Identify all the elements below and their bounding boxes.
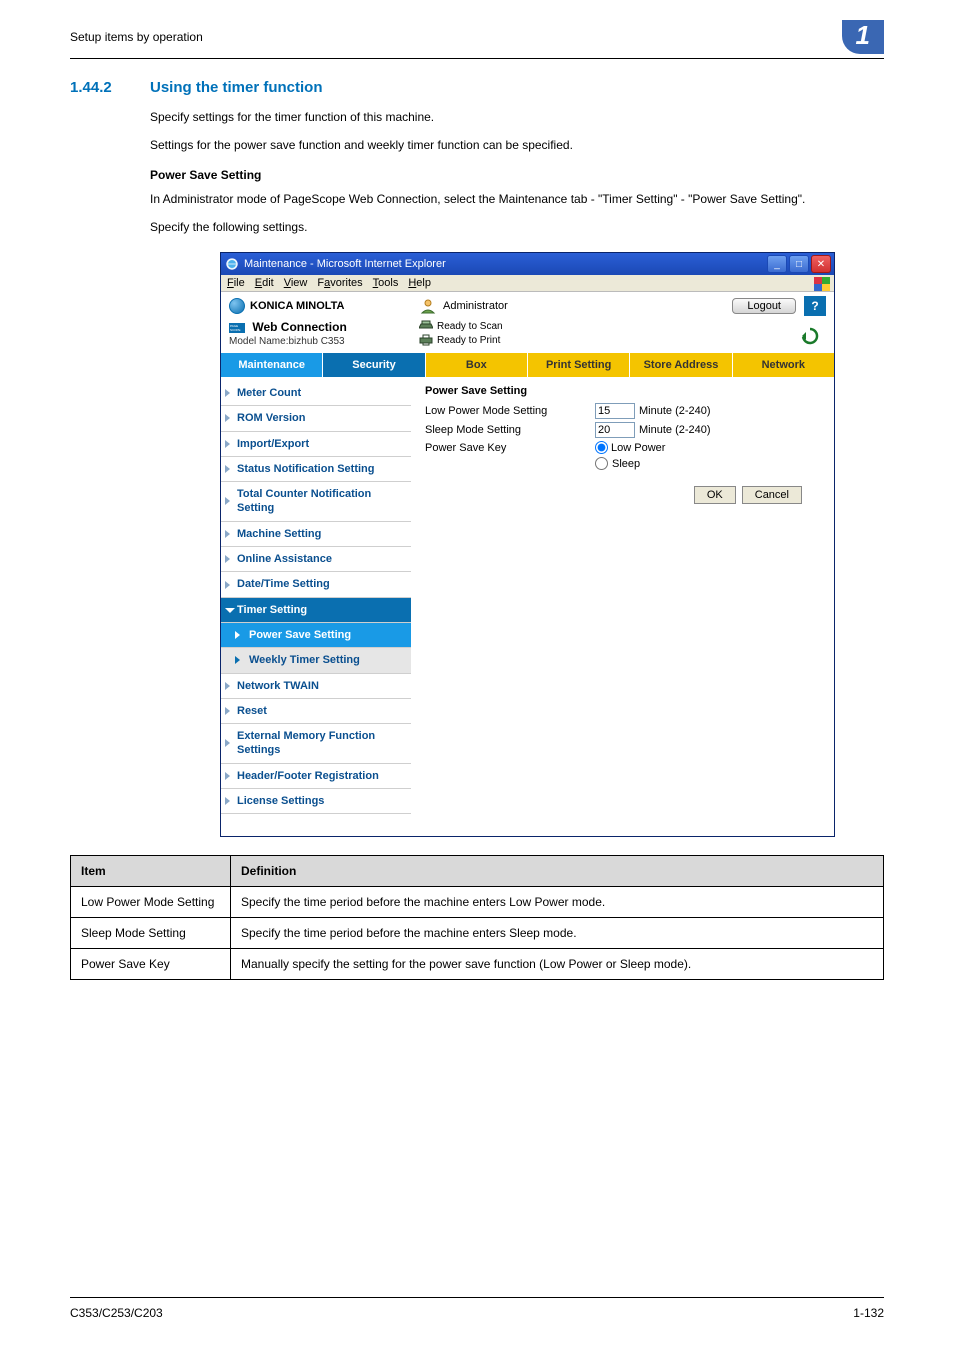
table-row: Power Save Key Manually specify the sett… xyxy=(71,949,884,980)
table-row: Sleep Mode Setting Specify the time peri… xyxy=(71,918,884,949)
minute-label: Minute (2-240) xyxy=(639,405,711,417)
definitions-table: Item Definition Low Power Mode Setting S… xyxy=(70,855,884,980)
tab-store-address[interactable]: Store Address xyxy=(629,353,731,377)
svg-text:SCOPE: SCOPE xyxy=(230,328,241,332)
tab-security[interactable]: Security xyxy=(322,353,424,377)
paragraph: Settings for the power save function and… xyxy=(150,136,884,154)
sidebar-item-license[interactable]: License Settings xyxy=(221,789,411,814)
tab-maintenance[interactable]: Maintenance xyxy=(221,353,322,377)
menu-help[interactable]: Help xyxy=(408,277,431,289)
ie-icon xyxy=(225,257,239,271)
table-cell: Specify the time period before the machi… xyxy=(231,887,884,918)
sleep-radio[interactable] xyxy=(595,457,608,470)
close-button[interactable]: ✕ xyxy=(811,255,831,273)
menu-file[interactable]: File xyxy=(227,277,245,289)
table-cell: Specify the time period before the machi… xyxy=(231,918,884,949)
table-cell: Manually specify the setting for the pow… xyxy=(231,949,884,980)
table-cell: Low Power Mode Setting xyxy=(71,887,231,918)
maximize-button[interactable]: □ xyxy=(789,255,809,273)
admin-icon xyxy=(419,298,437,314)
sidebar-item-status[interactable]: Status Notification Setting xyxy=(221,457,411,482)
sidebar-item-power-save[interactable]: Power Save Setting xyxy=(221,623,411,648)
print-status: Ready to Print xyxy=(437,335,500,346)
low-power-label: Low Power Mode Setting xyxy=(425,405,595,417)
paragraph: Specify the following settings. xyxy=(150,218,884,236)
sleep-radio-label: Sleep xyxy=(612,458,640,470)
sidebar-item-timer[interactable]: Timer Setting xyxy=(221,598,411,623)
footer-left: C353/C253/C203 xyxy=(70,1306,163,1320)
menu-edit[interactable]: Edit xyxy=(255,277,274,289)
sleep-mode-input[interactable] xyxy=(595,422,635,438)
paragraph: Specify settings for the timer function … xyxy=(150,108,884,126)
chapter-badge: 1 xyxy=(842,20,884,54)
sidebar-item-total[interactable]: Total Counter Notification Setting xyxy=(221,482,411,522)
window-title: Maintenance - Microsoft Internet Explore… xyxy=(244,258,446,270)
menu-tools[interactable]: Tools xyxy=(373,277,399,289)
brand-label: KONICA MINOLTA xyxy=(250,300,345,312)
subheading: Power Save Setting xyxy=(150,168,884,182)
pagescope-title: PAGESCOPE Web Connection xyxy=(229,320,419,334)
menu-favorites[interactable]: Favorites xyxy=(317,277,362,289)
footer-right: 1-132 xyxy=(853,1306,884,1320)
ok-button[interactable]: OK xyxy=(694,486,736,504)
power-save-key-label: Power Save Key xyxy=(425,442,595,454)
low-power-radio-label: Low Power xyxy=(611,442,665,454)
cancel-button[interactable]: Cancel xyxy=(742,486,802,504)
sidebar-item-date[interactable]: Date/Time Setting xyxy=(221,572,411,597)
low-power-radio[interactable] xyxy=(595,441,608,454)
breadcrumb: Setup items by operation xyxy=(70,30,203,44)
tab-print-setting[interactable]: Print Setting xyxy=(527,353,629,377)
logout-button[interactable]: Logout xyxy=(732,298,796,314)
low-power-input[interactable] xyxy=(595,403,635,419)
minute-label: Minute (2-240) xyxy=(639,424,711,436)
sleep-mode-label: Sleep Mode Setting xyxy=(425,424,595,436)
sidebar-item-external[interactable]: External Memory Function Settings xyxy=(221,724,411,764)
minimize-button[interactable]: _ xyxy=(767,255,787,273)
sidebar-item-online[interactable]: Online Assistance xyxy=(221,547,411,572)
table-header-definition: Definition xyxy=(231,856,884,887)
sidebar-item-reset[interactable]: Reset xyxy=(221,699,411,724)
refresh-icon[interactable] xyxy=(800,326,820,346)
sidebar-item-header[interactable]: Header/Footer Registration xyxy=(221,764,411,789)
windows-flag-icon xyxy=(814,277,830,291)
paragraph: In Administrator mode of PageScope Web C… xyxy=(150,190,884,208)
sidebar-item-rom[interactable]: ROM Version xyxy=(221,406,411,431)
model-label: Model Name:bizhub C353 xyxy=(229,336,419,347)
sidebar-item-import[interactable]: Import/Export xyxy=(221,432,411,457)
printer-icon xyxy=(419,334,433,346)
admin-label: Administrator xyxy=(443,300,508,312)
form-title: Power Save Setting xyxy=(425,385,820,397)
scan-status: Ready to Scan xyxy=(437,321,503,332)
menu-view[interactable]: View xyxy=(284,277,308,289)
scanner-icon xyxy=(419,320,433,332)
table-cell: Sleep Mode Setting xyxy=(71,918,231,949)
table-header-item: Item xyxy=(71,856,231,887)
tab-network[interactable]: Network xyxy=(732,353,834,377)
section-title: Using the timer function xyxy=(150,79,323,96)
sidebar-item-meter[interactable]: Meter Count xyxy=(221,381,411,406)
section-number: 1.44.2 xyxy=(70,79,120,96)
screenshot-window: Maintenance - Microsoft Internet Explore… xyxy=(220,252,835,837)
table-row: Low Power Mode Setting Specify the time … xyxy=(71,887,884,918)
sidebar-item-machine[interactable]: Machine Setting xyxy=(221,522,411,547)
tab-box[interactable]: Box xyxy=(425,353,527,377)
sidebar-item-weekly-timer[interactable]: Weekly Timer Setting xyxy=(221,648,411,673)
km-logo-icon xyxy=(229,298,245,314)
help-button[interactable]: ? xyxy=(804,296,826,316)
sidebar-item-twain[interactable]: Network TWAIN xyxy=(221,674,411,699)
table-cell: Power Save Key xyxy=(71,949,231,980)
